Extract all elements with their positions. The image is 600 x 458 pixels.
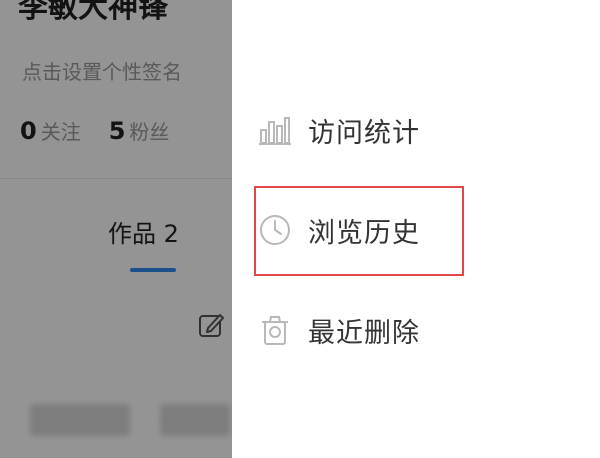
menu-item-label: 浏览历史 [308, 217, 420, 249]
menu-item-browse-history[interactable]: 浏览历史 [258, 202, 420, 258]
trash-icon [258, 313, 292, 347]
bar-chart-icon [258, 113, 292, 147]
menu-item-label: 最近删除 [308, 317, 420, 349]
menu-item-recently-deleted[interactable]: 最近删除 [258, 302, 420, 358]
clock-icon [258, 213, 292, 247]
menu-item-visit-stats[interactable]: 访问统计 [258, 102, 420, 158]
side-drawer: 访问统计 浏览历史 最近删除 [232, 0, 600, 458]
menu-item-label: 访问统计 [308, 117, 420, 149]
screen: 李敏大神锋 点击设置个性签名 0 关注 5 粉丝 作品 2 访问统计 浏览历史 … [0, 0, 600, 458]
